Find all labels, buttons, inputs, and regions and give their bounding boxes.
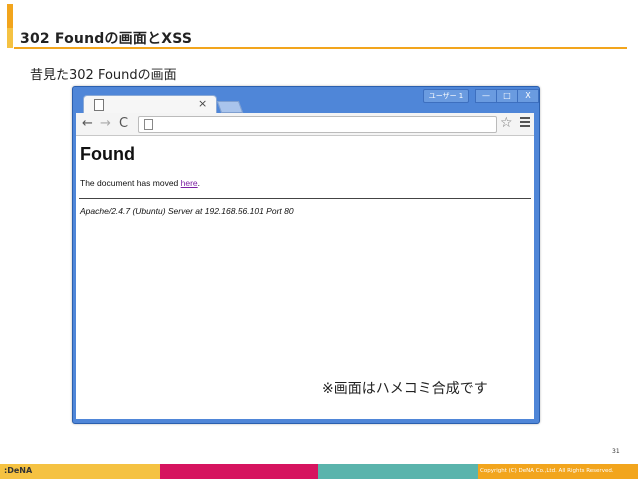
new-tab-button[interactable] bbox=[216, 101, 244, 113]
horizontal-rule bbox=[79, 198, 531, 199]
forward-arrow-icon[interactable]: → bbox=[100, 116, 111, 132]
reload-icon[interactable]: C bbox=[119, 116, 128, 132]
server-signature: Apache/2.4.7 (Ubuntu) Server at 192.168.… bbox=[80, 206, 294, 216]
moved-message: The document has moved here. bbox=[80, 178, 200, 188]
footer-segment-magenta bbox=[160, 464, 318, 479]
page-heading: Found bbox=[80, 144, 135, 164]
profile-button[interactable]: ユーザー 1 bbox=[423, 89, 469, 103]
title-divider bbox=[14, 47, 627, 49]
browser-toolbar: ← → C ☆ bbox=[76, 113, 534, 136]
address-bar[interactable] bbox=[138, 116, 497, 133]
maximize-button[interactable]: □ bbox=[496, 89, 518, 103]
menu-icon[interactable] bbox=[520, 117, 530, 129]
browser-tab[interactable]: × bbox=[83, 95, 217, 114]
minimize-button[interactable]: — bbox=[475, 89, 497, 103]
document-icon bbox=[94, 99, 104, 111]
page-icon bbox=[144, 119, 153, 130]
footer-segment-teal bbox=[318, 464, 478, 479]
moved-prefix: The document has moved bbox=[80, 178, 181, 188]
back-arrow-icon[interactable]: ← bbox=[82, 116, 93, 132]
composite-note: ※画面はハメコミ合成です bbox=[322, 381, 488, 397]
here-link[interactable]: here bbox=[181, 178, 198, 188]
page-content: Found The document has moved here. Apach… bbox=[76, 136, 534, 419]
page-number: 31 bbox=[612, 448, 620, 455]
close-window-button[interactable]: X bbox=[517, 89, 539, 103]
dena-logo: :DeNA bbox=[4, 466, 33, 475]
moved-suffix: . bbox=[197, 178, 201, 188]
slide-subtitle: 昔見た302 Foundの画面 bbox=[30, 68, 177, 83]
browser-window: × ユーザー 1 — □ X ← → C ☆ Found The documen… bbox=[72, 86, 540, 424]
slide-title: 302 Foundの画面とXSS bbox=[20, 31, 193, 47]
tab-close-icon[interactable]: × bbox=[198, 97, 207, 110]
title-accent-bar-light bbox=[7, 28, 13, 48]
bookmark-star-icon[interactable]: ☆ bbox=[500, 115, 513, 131]
copyright-text: Copyright (C) DeNA Co.,Ltd. All Rights R… bbox=[480, 468, 614, 474]
browser-titlebar: × ユーザー 1 — □ X bbox=[73, 87, 539, 114]
